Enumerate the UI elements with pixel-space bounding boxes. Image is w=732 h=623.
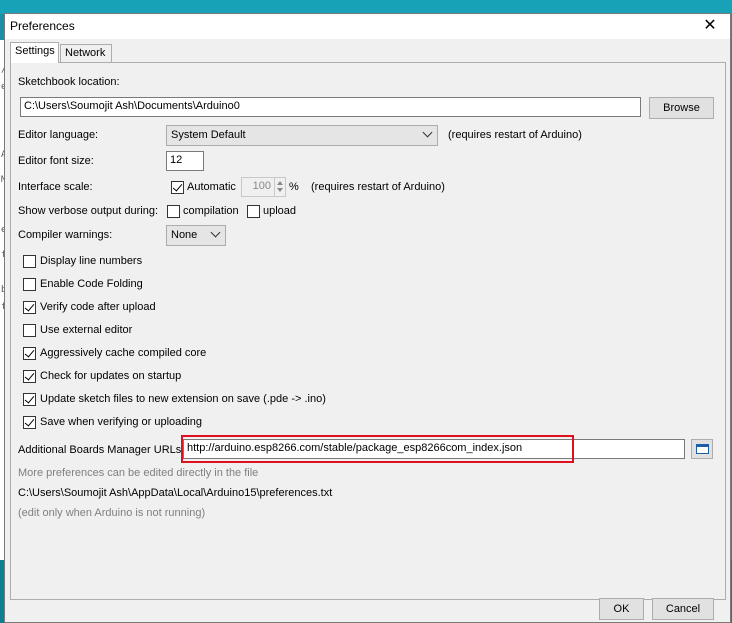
font-size-label: Editor font size: <box>18 155 94 167</box>
title-bar[interactable]: Preferences ✕ <box>5 14 730 39</box>
verbose-upload-label: upload <box>263 205 297 217</box>
editor-language-select[interactable]: System Default <box>166 125 438 146</box>
dialog-title: Preferences <box>10 19 75 33</box>
option-label: Check for updates on startup <box>40 370 182 382</box>
edit-only-note: (edit only when Arduino is not running) <box>18 507 206 519</box>
scale-unit: % <box>289 181 299 193</box>
verbose-upload-checkbox[interactable] <box>247 205 260 218</box>
font-size-input[interactable]: 12 <box>166 151 204 171</box>
option-checkbox[interactable] <box>23 370 36 383</box>
automatic-scale-label: Automatic <box>187 181 236 193</box>
ide-header-background <box>0 0 732 14</box>
verbose-output-label: Show verbose output during: <box>18 205 159 217</box>
sketchbook-label: Sketchbook location: <box>18 76 120 88</box>
preferences-dialog: Preferences ✕ Settings Network Sketchboo… <box>4 13 731 623</box>
more-preferences-note: More preferences can be edited directly … <box>18 467 259 479</box>
option-label: Aggressively cache compiled core <box>40 347 207 359</box>
option-checkbox[interactable] <box>23 301 36 314</box>
compiler-warnings-select[interactable]: None <box>166 225 226 246</box>
interface-scale-label: Interface scale: <box>18 181 93 193</box>
option-checkbox[interactable] <box>23 416 36 429</box>
window-icon <box>696 444 709 454</box>
spinner-up-icon <box>277 181 283 185</box>
option-label: Update sketch files to new extension on … <box>40 393 326 405</box>
ok-button[interactable]: OK <box>599 598 644 620</box>
boards-manager-urls-label: Additional Boards Manager URLs: <box>18 444 185 456</box>
editor-language-label: Editor language: <box>18 129 99 141</box>
option-checkbox[interactable] <box>23 393 36 406</box>
scale-spinner[interactable] <box>274 177 286 197</box>
verbose-compilation-label: compilation <box>183 205 239 217</box>
option-label: Save when verifying or uploading <box>40 416 203 428</box>
editor-language-note: (requires restart of Arduino) <box>448 129 582 141</box>
option-checkbox[interactable] <box>23 278 36 291</box>
verbose-compilation-checkbox[interactable] <box>167 205 180 218</box>
cancel-button[interactable]: Cancel <box>652 598 714 620</box>
tab-network[interactable]: Network <box>60 44 112 62</box>
option-label: Verify code after upload <box>40 301 156 313</box>
chevron-down-icon <box>422 127 433 138</box>
preferences-file-path: C:\Users\Soumojit Ash\AppData\Local\Ardu… <box>18 487 333 499</box>
option-label: Enable Code Folding <box>40 278 143 290</box>
browse-button[interactable]: Browse <box>649 97 714 119</box>
url-highlight-box <box>181 435 574 463</box>
edit-urls-button[interactable] <box>691 439 713 459</box>
chevron-down-icon <box>210 227 221 238</box>
compiler-warnings-value: None <box>171 229 198 241</box>
scale-note: (requires restart of Arduino) <box>311 181 445 193</box>
option-checkbox[interactable] <box>23 347 36 360</box>
option-checkbox[interactable] <box>23 324 36 337</box>
option-label: Display line numbers <box>40 255 143 267</box>
settings-panel: Sketchbook location: C:\Users\Soumojit A… <box>10 62 726 600</box>
sketchbook-location-input[interactable]: C:\Users\Soumojit Ash\Documents\Arduino0 <box>20 97 641 117</box>
editor-language-value: System Default <box>171 129 246 141</box>
close-icon[interactable]: ✕ <box>690 14 730 39</box>
tab-settings[interactable]: Settings <box>10 42 59 63</box>
option-checkbox[interactable] <box>23 255 36 268</box>
spinner-down-icon <box>277 188 283 192</box>
option-label: Use external editor <box>40 324 133 336</box>
compiler-warnings-label: Compiler warnings: <box>18 229 113 241</box>
automatic-scale-checkbox[interactable] <box>171 181 184 194</box>
